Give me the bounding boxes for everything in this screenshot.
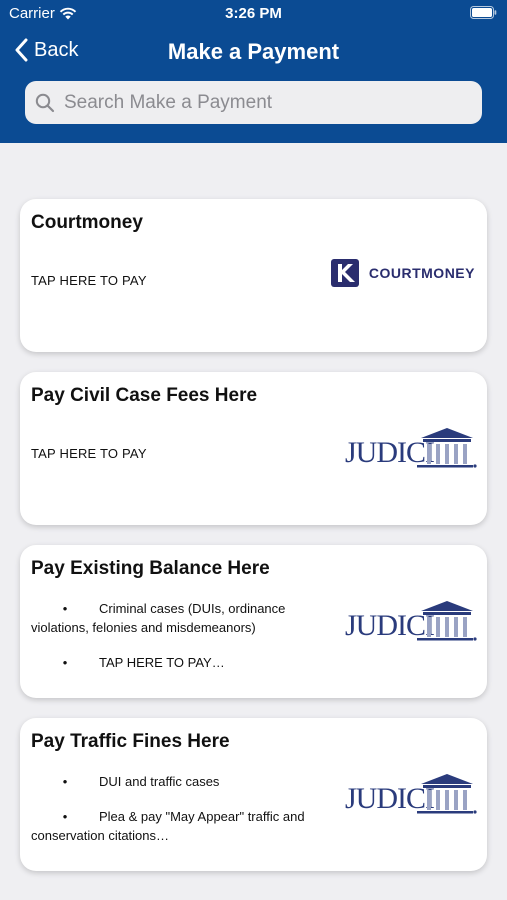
list-item: • Criminal cases (DUIs, ordinance violati… xyxy=(31,599,331,637)
courtmoney-logo-icon xyxy=(330,259,359,287)
bullet-text: TAP HERE TO PAY… xyxy=(99,655,225,670)
payment-card-existing-balance[interactable]: Pay Existing Balance Here • Criminal case… xyxy=(20,545,487,698)
card-title: Pay Civil Case Fees Here xyxy=(31,385,258,406)
card-title: Pay Traffic Fines Here xyxy=(31,731,230,752)
courtmoney-logo-text: COURTMONEY xyxy=(368,265,475,281)
search-bar[interactable] xyxy=(25,81,482,124)
payment-card-courtmoney[interactable]: Courtmoney TAP HERE TO PAY COURTMONEY xyxy=(20,199,487,352)
clock: 3:26 PM xyxy=(225,5,282,22)
battery-icon xyxy=(470,6,497,19)
payment-card-civil-case[interactable]: Pay Civil Case Fees Here TAP HERE TO PAY… xyxy=(20,372,487,525)
card-title: Courtmoney xyxy=(31,212,143,233)
card-description: • Criminal cases (DUIs, ordinance violati… xyxy=(31,599,331,688)
payment-card-traffic-fines[interactable]: Pay Traffic Fines Here • DUI and traffic … xyxy=(20,718,487,871)
judici-logo: JUDICI xyxy=(345,424,477,474)
bullet-text: Plea & pay "May Appear" traffic and xyxy=(99,809,305,824)
card-subtitle: TAP HERE TO PAY xyxy=(31,273,147,288)
bullet-text-continued: violations, felonies and misdemeanors) xyxy=(31,620,256,635)
bullet-text: DUI and traffic cases xyxy=(99,774,220,789)
courthouse-icon xyxy=(417,601,477,641)
list-item: • TAP HERE TO PAY… xyxy=(62,655,225,670)
courtmoney-logo: COURTMONEY xyxy=(330,259,475,287)
list-item: • Plea & pay "May Appear" traffic and con… xyxy=(31,807,331,845)
status-bar: Carrier 3:26 PM xyxy=(0,0,507,28)
navigation-bar: Back Make a Payment xyxy=(0,32,507,74)
list-item: • DUI and traffic cases xyxy=(62,774,220,789)
card-subtitle: TAP HERE TO PAY xyxy=(31,446,147,461)
courthouse-icon xyxy=(417,774,477,814)
page-title: Make a Payment xyxy=(167,39,340,64)
judici-logo: JUDICI xyxy=(345,597,477,647)
bullet-text: Criminal cases (DUIs, ordinance xyxy=(99,601,286,616)
courthouse-icon xyxy=(417,428,477,468)
judici-logo: JUDICI xyxy=(345,770,477,820)
bullet-text-continued: conservation citations… xyxy=(31,828,170,843)
card-title: Pay Existing Balance Here xyxy=(31,558,270,579)
search-input[interactable] xyxy=(62,90,466,115)
card-description: • DUI and traffic cases • Plea & pay "May … xyxy=(31,772,331,861)
header: Carrier 3:26 PM Back Make a Payment xyxy=(0,0,507,143)
search-icon xyxy=(35,93,55,113)
